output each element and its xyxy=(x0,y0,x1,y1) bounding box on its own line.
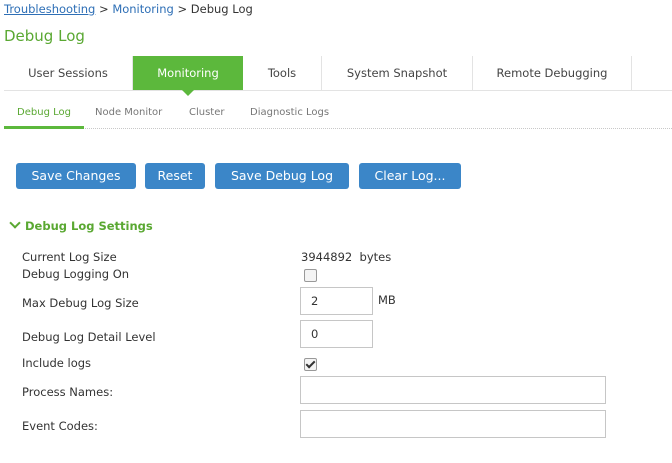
current-log-size-value: 3944892 bytes xyxy=(301,250,391,264)
page-title: Debug Log xyxy=(4,27,85,45)
tab-remote-debugging[interactable]: Remote Debugging xyxy=(473,56,632,90)
active-tab-caret-icon xyxy=(182,90,194,96)
tab-label: Remote Debugging xyxy=(496,66,608,80)
save-debug-log-button[interactable]: Save Debug Log xyxy=(215,163,349,189)
tab-tools[interactable]: Tools xyxy=(243,56,322,90)
tab-label: Tools xyxy=(267,66,297,80)
reset-button[interactable]: Reset xyxy=(145,163,205,189)
max-debug-log-size-label: Max Debug Log Size xyxy=(22,296,139,310)
include-logs-checkbox[interactable] xyxy=(304,358,317,371)
debug-logging-on-checkbox[interactable] xyxy=(304,269,317,282)
breadcrumb-monitoring-link[interactable]: Monitoring xyxy=(112,2,174,16)
chevron-down-icon xyxy=(9,217,21,229)
current-log-size-unit: bytes xyxy=(359,250,392,264)
sub-tabs: Debug Log Node Monitor Cluster Diagnosti… xyxy=(4,104,672,129)
breadcrumb-troubleshooting-link[interactable]: Troubleshooting xyxy=(4,2,95,16)
current-log-size-label: Current Log Size xyxy=(22,250,117,264)
event-codes-input[interactable] xyxy=(300,410,606,438)
breadcrumb-separator: > xyxy=(99,2,109,16)
process-names-input[interactable] xyxy=(300,376,606,404)
main-tabs: User Sessions Monitoring Tools System Sn… xyxy=(4,56,672,96)
tab-label: Monitoring xyxy=(157,66,219,80)
tab-label: User Sessions xyxy=(28,66,108,80)
subtab-debug-log[interactable]: Debug Log xyxy=(4,104,84,129)
tab-label: System Snapshot xyxy=(346,66,448,80)
breadcrumb-current: Debug Log xyxy=(190,2,253,16)
breadcrumb-separator: > xyxy=(177,2,188,16)
current-log-size-number: 3944892 xyxy=(301,250,353,264)
tab-monitoring[interactable]: Monitoring xyxy=(133,56,243,96)
max-debug-log-size-unit: MB xyxy=(378,293,396,307)
max-debug-log-size-input[interactable] xyxy=(300,287,373,315)
event-codes-label: Event Codes: xyxy=(22,419,98,433)
debug-log-settings-header[interactable]: Debug Log Settings xyxy=(9,217,153,233)
section-title: Debug Log Settings xyxy=(25,219,153,233)
tab-system-snapshot[interactable]: System Snapshot xyxy=(322,56,473,90)
breadcrumb: Troubleshooting > Monitoring > Debug Log xyxy=(4,2,253,16)
include-logs-label: Include logs xyxy=(22,356,92,370)
subtab-node-monitor[interactable]: Node Monitor xyxy=(95,104,162,126)
subtab-diagnostic-logs[interactable]: Diagnostic Logs xyxy=(250,104,329,126)
process-names-label: Process Names: xyxy=(22,385,114,399)
save-changes-button[interactable]: Save Changes xyxy=(16,163,136,189)
debug-log-detail-level-label: Debug Log Detail Level xyxy=(22,330,156,344)
debug-log-detail-level-input[interactable] xyxy=(300,320,373,348)
debug-logging-on-label: Debug Logging On xyxy=(22,267,130,281)
tab-user-sessions[interactable]: User Sessions xyxy=(4,56,133,90)
subtab-cluster[interactable]: Cluster xyxy=(189,104,225,126)
clear-log-button[interactable]: Clear Log... xyxy=(359,163,461,189)
